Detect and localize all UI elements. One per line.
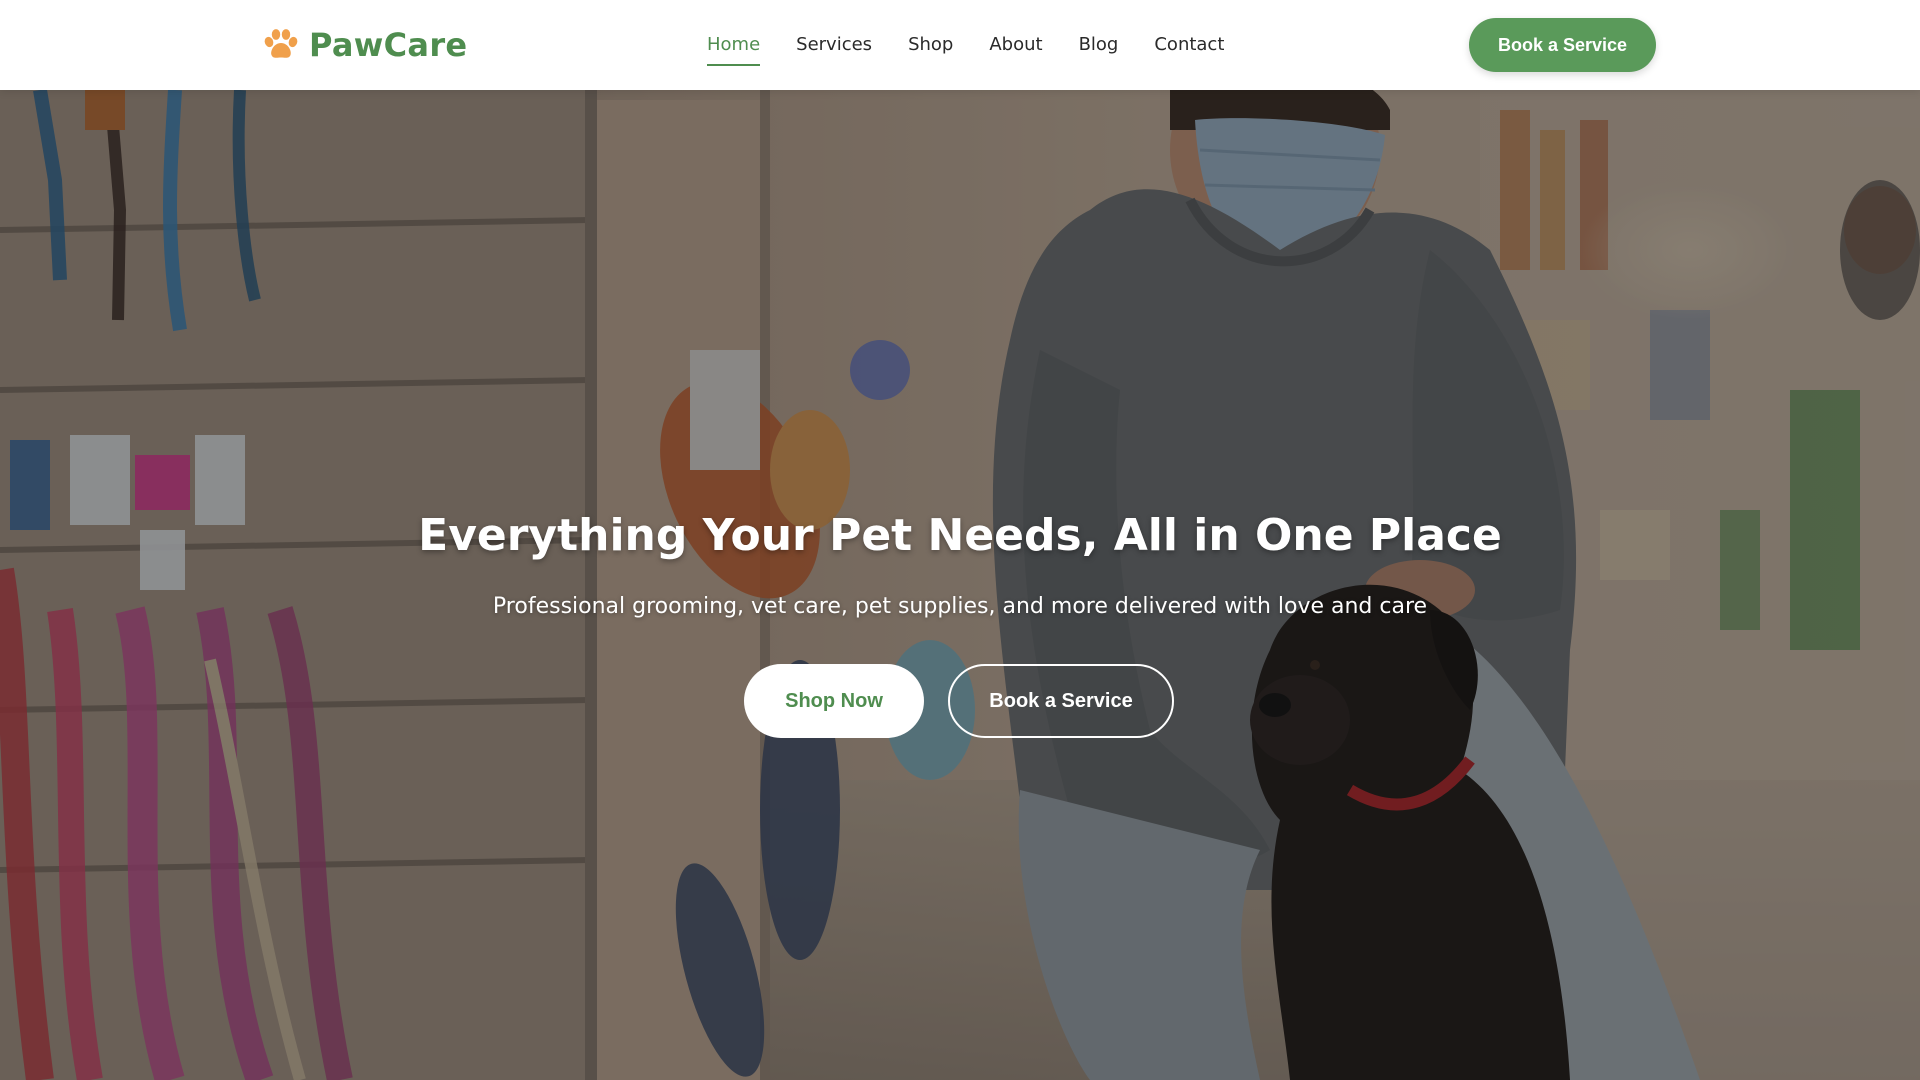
site-header: PawCare Home Services Shop About Blog Co…	[0, 0, 1920, 90]
hero-section: Everything Your Pet Needs, All in One Pl…	[0, 90, 1920, 1080]
shop-now-button[interactable]: Shop Now	[744, 664, 924, 738]
nav-item-about[interactable]: About	[989, 30, 1042, 60]
hero-book-service-button[interactable]: Book a Service	[948, 664, 1174, 738]
main-nav: Home Services Shop About Blog Contact	[707, 0, 1224, 90]
hero-subtitle: Professional grooming, vet care, pet sup…	[492, 594, 1428, 619]
header-book-service-button[interactable]: Book a Service	[1469, 18, 1656, 72]
paw-icon	[264, 29, 298, 58]
brand-name: PawCare	[309, 26, 468, 64]
hero-content: Everything Your Pet Needs, All in One Pl…	[0, 90, 1920, 1080]
nav-item-home[interactable]: Home	[707, 30, 761, 66]
nav-item-services[interactable]: Services	[796, 30, 872, 60]
hero-button-group: Shop Now Book a Service	[744, 664, 1174, 738]
brand-logo-link[interactable]: PawCare	[263, 25, 467, 65]
nav-item-blog[interactable]: Blog	[1079, 30, 1119, 60]
hero-title: Everything Your Pet Needs, All in One Pl…	[418, 510, 1502, 561]
nav-item-shop[interactable]: Shop	[908, 30, 953, 60]
nav-item-contact[interactable]: Contact	[1154, 30, 1224, 60]
